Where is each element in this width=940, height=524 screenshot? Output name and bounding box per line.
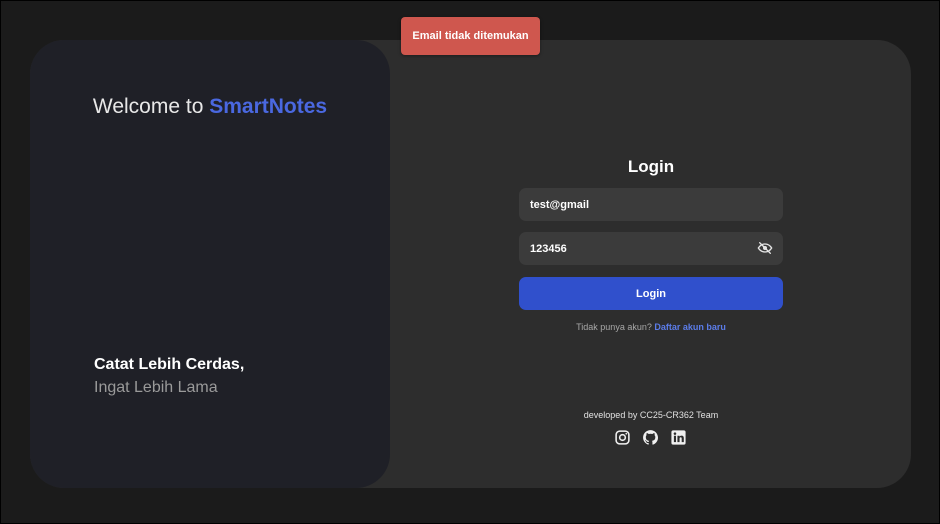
tagline-bold: Lebih Cerdas, [138, 356, 245, 373]
error-toast[interactable]: Email tidak ditemukan [401, 17, 540, 55]
github-icon[interactable] [642, 429, 659, 446]
welcome-prefix: Welcome to [92, 95, 210, 118]
login-title: Login [627, 157, 675, 176]
signup-prompt-text: Tidak punya akun? [576, 322, 655, 332]
tagline-line-1: Catat Lebih Cerdas, [94, 356, 244, 374]
social-links [614, 429, 687, 446]
linkedin-icon[interactable] [670, 429, 687, 446]
email-field[interactable] [519, 188, 783, 221]
instagram-icon[interactable] [614, 429, 631, 446]
welcome-panel: Welcome to SmartNotes Catat Lebih Cerdas… [30, 40, 390, 488]
signup-link[interactable]: Daftar akun baru [654, 322, 726, 332]
signup-prompt: Tidak punya akun? Daftar akun baru [519, 322, 783, 332]
email-input[interactable] [519, 198, 739, 211]
login-button[interactable]: Login [519, 277, 783, 310]
eye-slash-icon[interactable] [757, 241, 773, 255]
developed-by-text: developed by CC25-CR362 Team [583, 410, 719, 420]
welcome-heading: Welcome to SmartNotes [30, 95, 390, 119]
tagline-catat: Catat [94, 356, 139, 373]
password-field[interactable] [519, 232, 783, 265]
tagline: Catat Lebih Cerdas, Ingat Lebih Lama [94, 356, 244, 397]
brand-name: SmartNotes [209, 95, 328, 118]
tagline-line-2: Ingat Lebih Lama [94, 379, 218, 396]
password-input[interactable] [519, 242, 739, 255]
